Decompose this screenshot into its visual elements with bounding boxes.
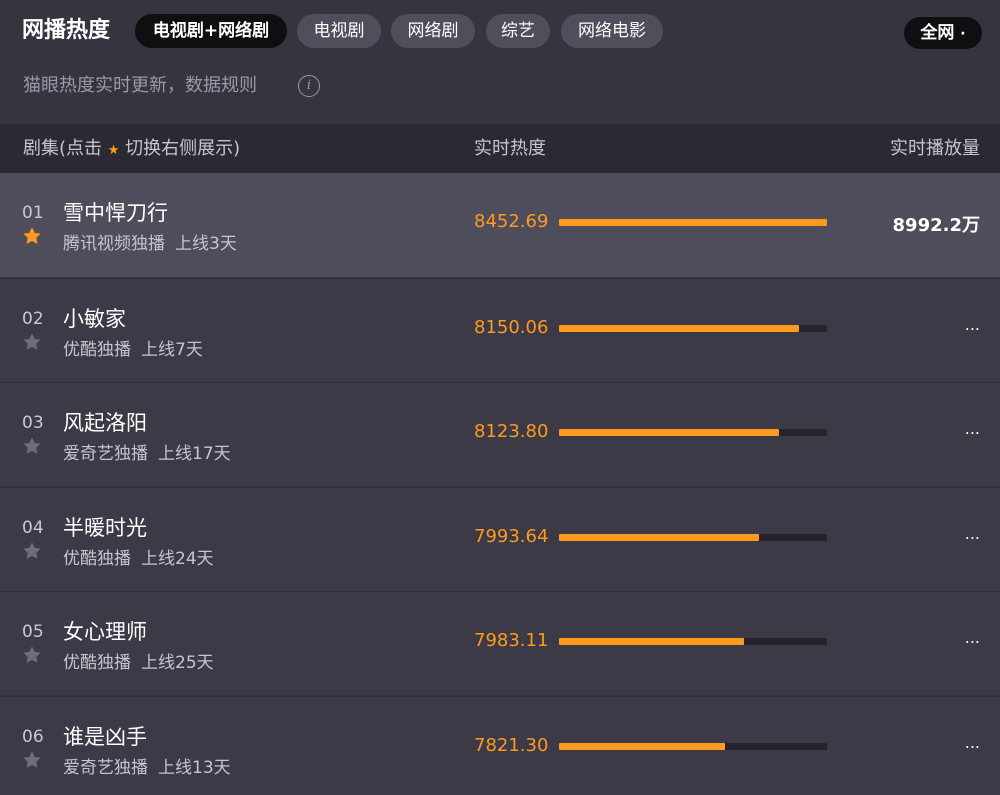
- play-count: ...: [964, 732, 980, 752]
- series-meta: 优酷独播 上线25天: [63, 648, 214, 673]
- series-title[interactable]: 风起洛阳: [63, 407, 147, 437]
- series-title[interactable]: 雪中悍刀行: [63, 197, 168, 227]
- table-row[interactable]: 01 雪中悍刀行 腾讯视频独播 上线3天 8452.69 8992.2万: [0, 173, 1000, 277]
- rank-number: 01: [22, 203, 44, 223]
- subtitle: 猫眼热度实时更新，数据规则: [23, 75, 257, 96]
- play-count: ...: [964, 523, 980, 543]
- tab-tv[interactable]: 电视剧: [297, 14, 381, 48]
- page-title: 网播热度: [22, 18, 111, 43]
- table-row[interactable]: 04 半暖时光 优酷独播 上线24天 7993.64...: [0, 486, 1000, 591]
- online-days: 上线13天: [158, 757, 231, 778]
- star-icon[interactable]: [21, 331, 43, 353]
- online-days: 上线24天: [141, 548, 214, 569]
- heat-bar-fill: [559, 638, 744, 645]
- heat-bar: [559, 219, 827, 226]
- platform-label: 优酷独播: [63, 339, 131, 360]
- series-title[interactable]: 半暖时光: [63, 512, 147, 542]
- rank-number: 05: [22, 622, 44, 642]
- series-meta: 优酷独播 上线7天: [63, 335, 203, 360]
- platform-label: 优酷独播: [63, 548, 131, 569]
- table-row[interactable]: 05 女心理师 优酷独播 上线25天 7983.11...: [0, 591, 1000, 695]
- info-icon[interactable]: i: [298, 75, 320, 97]
- heat-value: 7821.30: [474, 734, 549, 756]
- star-icon[interactable]: [21, 225, 43, 247]
- rank-number: 06: [22, 726, 44, 747]
- series-title[interactable]: 女心理师: [63, 616, 147, 646]
- table-row[interactable]: 06 谁是凶手 爱奇艺独播 上线13天 7821.30...: [0, 695, 1000, 795]
- scope-label: 全网: [920, 23, 955, 43]
- series-meta: 爱奇艺独播 上线17天: [63, 439, 231, 464]
- platform-label: 优酷独播: [63, 653, 131, 673]
- online-days: 上线3天: [175, 234, 237, 254]
- rank-number: 02: [22, 308, 44, 329]
- play-count: ...: [964, 314, 980, 334]
- heat-column-header: 实时热度: [474, 138, 546, 159]
- heat-bar-fill: [559, 742, 726, 750]
- star-icon[interactable]: [21, 540, 43, 562]
- play-count: ...: [964, 628, 980, 647]
- platform-label: 爱奇艺独播: [63, 444, 148, 464]
- star-icon[interactable]: [21, 644, 43, 666]
- heat-bar: [559, 324, 827, 332]
- online-days: 上线7天: [141, 339, 203, 360]
- series-column-label: 剧集(点击: [23, 138, 103, 159]
- heat-bar-fill: [559, 429, 779, 436]
- tab-web-series[interactable]: 网络剧: [391, 14, 475, 48]
- star-icon[interactable]: [21, 749, 43, 771]
- table-row[interactable]: 03 风起洛阳 爱奇艺独播 上线17天 8123.80...: [0, 382, 1000, 486]
- heat-value: 7993.64: [474, 525, 549, 547]
- play-count: 8992.2万: [892, 215, 980, 236]
- star-icon: ★: [107, 143, 120, 158]
- series-column-header[interactable]: 剧集(点击 ★ 切换右侧展示): [23, 124, 240, 173]
- heat-bar-fill: [559, 219, 827, 226]
- tab-variety[interactable]: 综艺: [486, 14, 550, 48]
- heat-value: 8150.06: [474, 316, 549, 338]
- star-icon[interactable]: [21, 435, 43, 457]
- table-row[interactable]: 02 小敏家 优酷独播 上线7天 8150.06...: [0, 277, 1000, 382]
- series-meta: 爱奇艺独播 上线13天: [63, 753, 231, 778]
- scope-dropdown[interactable]: 全网 ·: [904, 17, 982, 49]
- tab-web-movie[interactable]: 网络电影: [561, 14, 663, 48]
- platform-label: 爱奇艺独播: [63, 757, 148, 778]
- heat-bar: [559, 429, 827, 436]
- series-title[interactable]: 谁是凶手: [63, 721, 147, 751]
- heat-bar: [559, 742, 827, 750]
- heat-bar: [559, 533, 827, 541]
- heat-value: 8452.69: [474, 211, 549, 232]
- platform-label: 腾讯视频独播: [63, 234, 165, 254]
- heat-bar-fill: [559, 533, 759, 541]
- tab-tv-and-web[interactable]: 电视剧+网络剧: [135, 14, 287, 48]
- series-column-hint: 切换右侧展示): [125, 138, 241, 159]
- online-days: 上线25天: [141, 653, 214, 673]
- plays-column-header: 实时播放量: [890, 138, 980, 159]
- heat-bar-fill: [559, 324, 799, 332]
- rank-number: 04: [22, 517, 44, 538]
- heat-bar: [559, 638, 827, 645]
- series-meta: 腾讯视频独播 上线3天: [63, 229, 237, 254]
- series-meta: 优酷独播 上线24天: [63, 544, 214, 569]
- play-count: ...: [964, 419, 980, 438]
- column-header: 剧集(点击 ★ 切换右侧展示) 实时热度 实时播放量: [0, 124, 1000, 173]
- heat-value: 7983.11: [474, 630, 549, 651]
- header: 网播热度 电视剧+网络剧 电视剧 网络剧 综艺 网络电影 全网 · 猫眼热度实时…: [0, 0, 1000, 124]
- rank-number: 03: [22, 413, 44, 433]
- dropdown-caret-icon: ·: [960, 26, 966, 42]
- online-days: 上线17天: [158, 444, 231, 464]
- heat-value: 8123.80: [474, 421, 549, 442]
- series-title[interactable]: 小敏家: [63, 303, 126, 333]
